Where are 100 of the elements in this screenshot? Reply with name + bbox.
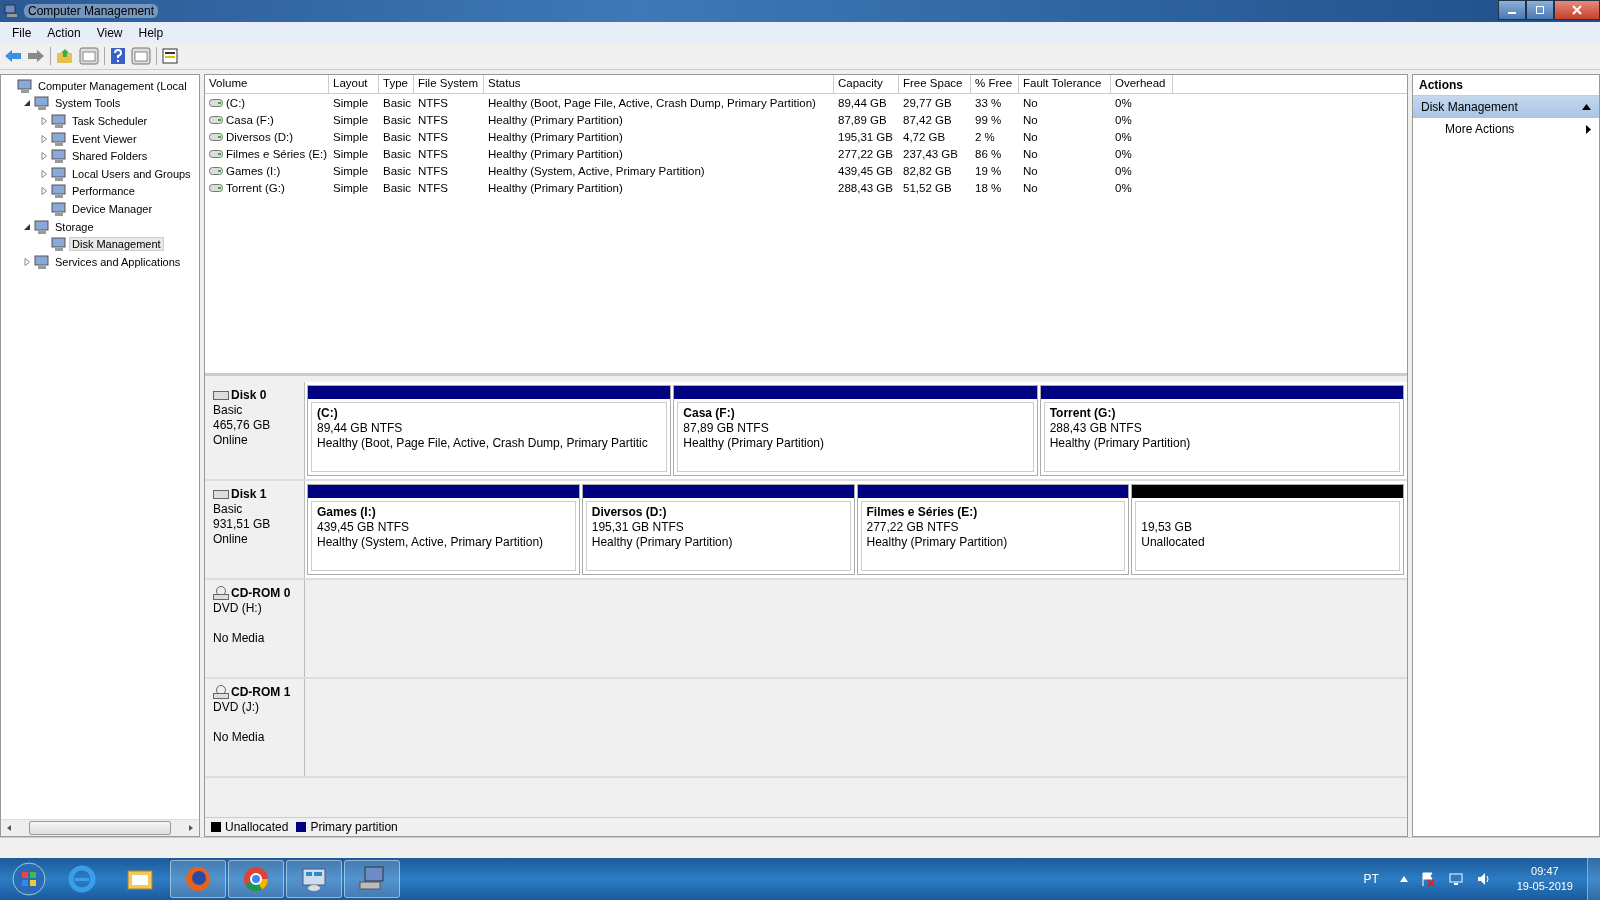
table-cell: No: [1023, 164, 1038, 177]
collapsed-triangle-icon[interactable]: [40, 152, 48, 161]
actions-section[interactable]: Disk Management: [1413, 96, 1599, 118]
column-header[interactable]: Status: [484, 75, 834, 93]
maximize-button[interactable]: [1526, 0, 1554, 20]
partition[interactable]: (C:) 89,44 GB NTFS Healthy (Boot, Page File, Active, Crash Dump, Primary Partitic: [307, 385, 672, 476]
collapsed-triangle-icon[interactable]: [40, 134, 48, 143]
menu-item[interactable]: Action: [39, 25, 89, 40]
partition[interactable]: Casa (F:) 87,89 GB NTFS Healthy (Primary Partition): [673, 385, 1038, 476]
partition-size: 277,22 GB NTFS: [866, 520, 960, 535]
table-cell: Basic: [383, 181, 412, 194]
monitor-icon: [51, 236, 67, 253]
column-header[interactable]: Overhead: [1111, 75, 1173, 93]
action-item[interactable]: More Actions: [1413, 118, 1599, 140]
partition-status: Healthy (Primary Partition): [683, 436, 826, 451]
taskbar-app[interactable]: [286, 860, 342, 898]
drive-icon: [209, 166, 223, 175]
scroll-left-icon[interactable]: [5, 824, 13, 832]
column-header[interactable]: Layout: [329, 75, 379, 93]
tree-item[interactable]: Device Manager: [69, 201, 156, 216]
show-hidden-icons-icon[interactable]: [1399, 876, 1408, 882]
monitor-icon: [34, 218, 50, 235]
scroll-right-icon[interactable]: [187, 824, 195, 832]
table-cell: 2 %: [975, 130, 995, 143]
table-cell: No: [1023, 130, 1038, 143]
disk-info: 465,76 GB: [213, 418, 272, 433]
tree-item[interactable]: Local Users and Groups: [69, 166, 194, 181]
column-header[interactable]: File System: [414, 75, 484, 93]
round-browser-icon: [241, 864, 271, 894]
language-indicator[interactable]: PT: [1363, 872, 1379, 886]
show-desktop-button[interactable]: [1587, 858, 1600, 900]
table-cell: 277,22 GB: [838, 147, 893, 160]
pane-toggle-icon[interactable]: [79, 47, 99, 65]
table-cell: No: [1023, 181, 1038, 194]
taskbar-app[interactable]: [170, 860, 226, 898]
menu-item[interactable]: File: [4, 25, 40, 40]
clock[interactable]: 09:47 19-05-2019: [1516, 864, 1573, 894]
close-button[interactable]: [1554, 0, 1600, 20]
monitor-icon: [51, 165, 67, 182]
folder-up-icon[interactable]: [56, 48, 74, 64]
collapsed-triangle-icon[interactable]: [40, 169, 48, 178]
partition[interactable]: Torrent (G:) 288,43 GB NTFS Healthy (Primary Partition): [1039, 385, 1404, 476]
menu-item[interactable]: View: [88, 25, 131, 40]
back-arrow-icon[interactable]: [4, 48, 22, 64]
expanded-triangle-icon[interactable]: [23, 99, 31, 108]
column-header[interactable]: Volume: [205, 75, 329, 93]
table-cell: 82,82 GB: [903, 164, 952, 177]
column-header[interactable]: Fault Tolerance: [1019, 75, 1111, 93]
table-cell: Basic: [383, 147, 412, 160]
column-header[interactable]: % Free: [971, 75, 1019, 93]
tree-item[interactable]: System Tools: [52, 96, 124, 111]
collapsed-triangle-icon[interactable]: [40, 117, 48, 125]
table-cell: 0%: [1115, 96, 1132, 109]
partition[interactable]: Filmes e Séries (E:) 277,22 GB NTFS Healthy (Primary Partition): [856, 484, 1130, 575]
tree-item[interactable]: Performance: [69, 184, 138, 199]
tree-item[interactable]: Computer Management (Local: [35, 78, 190, 93]
table-cell: Simple: [333, 181, 369, 194]
drive-icon: [209, 115, 223, 124]
tree-item[interactable]: Storage: [52, 219, 97, 234]
minimize-button[interactable]: [1498, 0, 1526, 20]
taskbar-app[interactable]: [228, 860, 284, 898]
start-button[interactable]: [11, 861, 47, 897]
tree-item[interactable]: Task Scheduler: [69, 114, 151, 128]
collapsed-triangle-icon[interactable]: [23, 257, 31, 266]
expanded-triangle-icon[interactable]: [23, 222, 31, 231]
partition[interactable]: Games (I:) 439,45 GB NTFS Healthy (System, Active, Primary Partition): [307, 484, 580, 575]
flag-icon[interactable]: [1419, 871, 1436, 887]
network-icon[interactable]: [1447, 871, 1464, 887]
legend-label: Primary partition: [310, 820, 398, 834]
speaker-icon[interactable]: [1475, 871, 1492, 887]
forward-arrow-icon[interactable]: [27, 48, 45, 64]
monitor-icon: [51, 148, 67, 165]
table-cell: Healthy (Primary Partition): [488, 147, 623, 160]
taskbar-app[interactable]: [344, 860, 400, 898]
partition[interactable]: 19,53 GB Unallocated: [1131, 484, 1404, 575]
properties-icon[interactable]: [162, 48, 178, 64]
partition-name: Torrent (G:): [1049, 406, 1117, 421]
monitor-icon: [51, 183, 67, 200]
drive-icon: [209, 183, 223, 192]
help-icon[interactable]: [110, 47, 126, 65]
partition-size: 195,31 GB NTFS: [591, 520, 685, 535]
tree-item[interactable]: Shared Folders: [69, 149, 151, 164]
table-cell: Basic: [383, 164, 412, 177]
tree-item[interactable]: Services and Applications: [52, 254, 184, 269]
table-cell: 4,72 GB: [903, 130, 946, 143]
partition[interactable]: Diversos (D:) 195,31 GB NTFS Healthy (Primary Partition): [581, 484, 855, 575]
column-header[interactable]: Free Space: [899, 75, 971, 93]
collapsed-triangle-icon[interactable]: [40, 187, 48, 196]
table-cell: NTFS: [418, 113, 449, 126]
pane-toggle-icon[interactable]: [131, 47, 151, 65]
table-cell: 195,31 GB: [838, 130, 893, 143]
column-header[interactable]: Type: [379, 75, 414, 93]
clock-date: 19-05-2019: [1516, 879, 1573, 894]
menu-item[interactable]: Help: [130, 25, 172, 40]
table-cell: Simple: [333, 96, 369, 109]
column-header[interactable]: Capacity: [834, 75, 899, 93]
horizontal-scrollbar[interactable]: [1, 819, 199, 836]
close-icon: [1572, 5, 1582, 15]
tree-item[interactable]: Disk Management: [69, 237, 164, 252]
tree-item[interactable]: Event Viewer: [69, 131, 140, 146]
